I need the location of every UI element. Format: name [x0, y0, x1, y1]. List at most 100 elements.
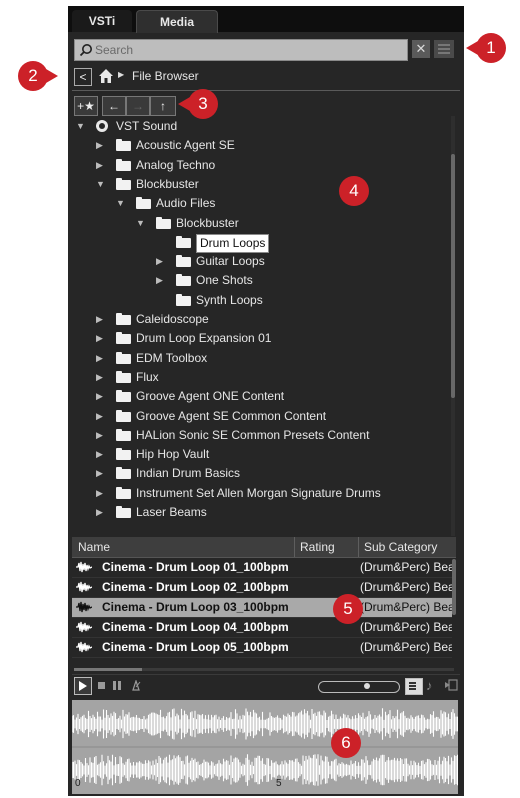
- expand-arrow-icon[interactable]: ▶: [156, 275, 163, 286]
- play-button[interactable]: [74, 677, 92, 695]
- auto-play-button[interactable]: [405, 678, 423, 695]
- volume-slider-knob[interactable]: [364, 683, 370, 689]
- breadcrumb-file-browser[interactable]: File Browser: [132, 69, 199, 83]
- collapse-arrow-icon[interactable]: ▼: [76, 121, 85, 131]
- expand-arrow-icon[interactable]: ▶: [96, 488, 103, 499]
- collapse-arrow-icon[interactable]: ▼: [136, 218, 145, 228]
- tree-item[interactable]: ▶ Indian Drum Basics: [72, 465, 448, 484]
- add-favorite-button[interactable]: +★: [74, 96, 98, 116]
- tree-item[interactable]: ▼ Audio Files: [72, 195, 448, 214]
- callout-number: 6: [341, 733, 351, 752]
- tree-item[interactable]: ▶ Acoustic Agent SE: [72, 137, 448, 156]
- tree-scrollbar-thumb[interactable]: [451, 154, 455, 398]
- tree-item-label: Caleidoscope: [136, 312, 209, 326]
- tree-scrollbar[interactable]: [451, 116, 455, 536]
- expand-arrow-icon[interactable]: ▶: [96, 333, 103, 344]
- tab-media[interactable]: Media: [136, 10, 218, 33]
- column-divider[interactable]: [294, 537, 295, 557]
- tree-item-label: Drum Loops: [196, 233, 270, 253]
- tree-item-label: Audio Files: [156, 196, 216, 211]
- callout-1: 1: [466, 33, 506, 63]
- folder-icon: [116, 506, 131, 518]
- tree-item[interactable]: ▶ Analog Techno: [72, 157, 448, 176]
- tree-item[interactable]: ▶ Laser Beams: [72, 504, 448, 523]
- audio-file-icon: [76, 601, 92, 613]
- result-row[interactable]: Cinema - Drum Loop 04_100bpm (Drum&Perc) …: [72, 618, 452, 638]
- search-field[interactable]: [74, 39, 408, 61]
- result-name: Cinema - Drum Loop 04_100bpm: [102, 620, 289, 634]
- expand-arrow-icon[interactable]: ▶: [96, 449, 103, 460]
- home-icon[interactable]: [98, 68, 114, 84]
- column-divider[interactable]: [358, 537, 359, 557]
- back-button[interactable]: <: [74, 68, 92, 86]
- tree-item-label: VST Sound: [116, 119, 178, 133]
- tree-item-label: Indian Drum Basics: [136, 466, 241, 481]
- tree-item-label: Guitar Loops: [196, 254, 265, 269]
- expand-arrow-icon[interactable]: ▶: [96, 430, 103, 441]
- tree-item[interactable]: ▶ Drum Loop Expansion 01: [72, 330, 448, 349]
- callout-number: 3: [198, 94, 208, 113]
- expand-arrow-icon[interactable]: ▶: [96, 507, 103, 518]
- folder-icon: [176, 274, 191, 287]
- tree-item[interactable]: ▶ Instrument Set Allen Morgan Signature D…: [72, 485, 448, 504]
- tree-item-label: Acoustic Agent SE: [136, 138, 235, 153]
- expand-arrow-icon[interactable]: ▶: [96, 160, 103, 171]
- horizontal-scrollbar-thumb[interactable]: [74, 668, 142, 671]
- volume-slider[interactable]: [318, 681, 400, 693]
- column-header-sub-category[interactable]: Sub Category: [364, 540, 437, 554]
- column-header-name[interactable]: Name: [78, 540, 110, 554]
- tree-item[interactable]: ▶ One Shots: [72, 272, 448, 291]
- play-in-context-icon[interactable]: ♪: [426, 678, 433, 693]
- tab-vsti[interactable]: VSTi: [72, 10, 132, 32]
- metronome-icon[interactable]: [130, 680, 142, 691]
- column-header-rating[interactable]: Rating: [300, 540, 335, 554]
- tree-item[interactable]: ▶ Groove Agent SE Common Content: [72, 408, 448, 427]
- navigate-forward-button[interactable]: →: [126, 96, 150, 116]
- expand-arrow-icon[interactable]: ▶: [156, 256, 163, 267]
- expand-arrow-icon[interactable]: ▶: [96, 391, 103, 402]
- waveform: [72, 708, 458, 786]
- horizontal-scrollbar[interactable]: [74, 668, 454, 671]
- collapse-arrow-icon[interactable]: ▼: [96, 179, 105, 189]
- result-row[interactable]: Cinema - Drum Loop 01_100bpm (Drum&Perc) …: [72, 558, 452, 578]
- tree-item[interactable]: ▼ Blockbuster: [72, 215, 448, 234]
- expand-arrow-icon[interactable]: ▶: [96, 411, 103, 422]
- tree-item[interactable]: ▼ VST Sound: [72, 118, 448, 137]
- result-row[interactable]: Cinema - Drum Loop 05_100bpm (Drum&Perc) …: [72, 638, 452, 658]
- navigate-up-button[interactable]: ↑: [150, 96, 176, 116]
- result-row[interactable]: Cinema - Drum Loop 03_100bpm (Drum&Perc) …: [72, 598, 452, 618]
- tree-item[interactable]: ▶ Groove Agent ONE Content: [72, 388, 448, 407]
- waveform-display[interactable]: 0 5: [72, 700, 458, 794]
- results-scrollbar[interactable]: [452, 559, 456, 615]
- browser-menu-button[interactable]: [434, 40, 454, 58]
- tree-item[interactable]: ▶ Caleidoscope: [72, 311, 448, 330]
- tree-item-label: Blockbuster: [176, 215, 239, 230]
- expand-arrow-icon[interactable]: ▶: [96, 372, 103, 383]
- expand-arrow-icon[interactable]: ▶: [96, 314, 103, 325]
- pause-button[interactable]: [113, 681, 121, 690]
- waveform-channel: [72, 754, 458, 786]
- folder-icon: [176, 255, 191, 268]
- insert-into-project-icon[interactable]: [444, 679, 458, 691]
- tree-item[interactable]: ▶ Guitar Loops: [72, 253, 448, 272]
- tree-item[interactable]: ▶ EDM Toolbox: [72, 350, 448, 369]
- navigate-back-button[interactable]: ←: [102, 96, 126, 116]
- stop-button[interactable]: [98, 682, 105, 689]
- collapse-arrow-icon[interactable]: ▼: [116, 198, 125, 208]
- expand-arrow-icon[interactable]: ▶: [96, 468, 103, 479]
- auto-play-icon: [409, 682, 416, 684]
- expand-arrow-icon[interactable]: ▶: [96, 353, 103, 364]
- tree-item[interactable]: ▶ HALion Sonic SE Common Presets Content: [72, 427, 448, 446]
- tree-item[interactable]: ▶ Flux: [72, 369, 448, 388]
- browser-toolbar: +★ ← → ↑: [74, 96, 274, 116]
- expand-arrow-icon[interactable]: ▶: [96, 140, 103, 151]
- tree-item[interactable]: ▼ Blockbuster: [72, 176, 448, 195]
- result-row[interactable]: Cinema - Drum Loop 02_100bpm (Drum&Perc) …: [72, 578, 452, 598]
- search-input[interactable]: [95, 41, 395, 59]
- callout-number: 4: [349, 181, 359, 200]
- add-favorite-icon: +★: [77, 99, 95, 113]
- tree-item[interactable]: Synth Loops: [72, 292, 448, 311]
- tree-item[interactable]: Drum Loops: [72, 233, 448, 253]
- clear-search-button[interactable]: ✕: [412, 40, 430, 58]
- tree-item[interactable]: ▶ Hip Hop Vault: [72, 446, 448, 465]
